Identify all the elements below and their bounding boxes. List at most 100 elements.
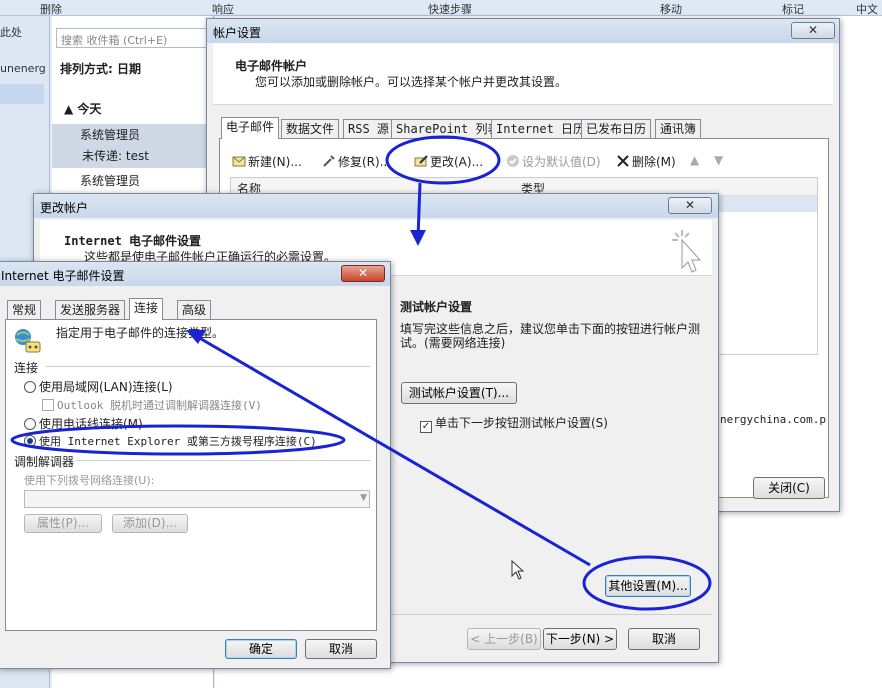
dialup-select[interactable]: ▼ [24,490,370,508]
cancel-button[interactable]: 取消 [305,639,377,659]
remove-label: 删除(M) [632,155,676,169]
account-settings-header: 电子邮件帐户 您可以添加或删除帐户。可以选择某个帐户并更改其设置。 [213,43,833,105]
chevron-down-icon: ▼ [360,493,367,503]
modem-group-divider [76,460,370,461]
connection-globe-icon [12,326,44,361]
list-item[interactable]: 系统管理员 未传递: test [52,124,214,168]
tab-outgoing-server[interactable]: 发送服务器 [55,300,126,320]
move-down-icon[interactable]: ▼ [714,153,723,167]
phone-line-radio[interactable]: 使用电话线连接(M) [24,415,143,432]
check-circle-icon [506,154,520,168]
more-settings-button[interactable]: 其他设置(M)... [605,575,691,597]
offline-modem-checkbox[interactable]: Outlook 脱机时通过调制解调器连接(V) [42,397,262,413]
sort-label[interactable]: 排列方式: 日期 [52,60,214,77]
tab-data-files[interactable]: 数据文件 [281,119,340,139]
nav-item-selected[interactable] [0,84,44,104]
change-label: 更改(A)... [430,155,484,169]
radio-off-icon [24,418,36,430]
radio-on-icon [24,435,36,447]
edit-mail-icon [414,154,428,168]
header-title: Internet 电子邮件设置 [64,234,202,248]
set-default-label: 设为默认值(D) [522,155,601,169]
ribbon-respond[interactable]: 响应 [212,1,234,17]
test-on-next-label: 单击下一步按钮测试帐户设置(S) [435,416,608,430]
close-button[interactable]: ✕ [668,197,712,214]
checkbox-checked-icon: ✓ [420,421,432,433]
connection-intro: 指定用于电子邮件的连接类型。 [56,326,225,340]
offline-modem-label: Outlook 脱机时通过调制解调器连接(V) [57,399,262,412]
ribbon-chinese[interactable]: 中文 [856,1,878,17]
group-today[interactable]: ▲ 今天 [52,100,214,117]
checkbox-empty-icon [42,399,54,411]
set-default-button[interactable]: 设为默认值(D) [506,153,601,170]
ribbon-tags[interactable]: 标记 [782,1,804,17]
list-item[interactable]: 系统管理员 [52,170,214,192]
move-up-icon[interactable]: ▲ [690,153,699,167]
test-settings-heading: 测试帐户设置 [400,300,473,314]
phone-line-label: 使用电话线连接(M) [39,417,143,431]
window-title: 帐户设置 [213,26,262,40]
tab-email[interactable]: 电子邮件 [221,117,280,139]
back-button[interactable]: < 上一步(B) [467,628,541,650]
nav-item-here[interactable]: 此处 [0,24,22,40]
ribbon-move[interactable]: 移动 [660,1,682,17]
next-button[interactable]: 下一步(N) > [543,628,617,650]
internet-settings-titlebar: Internet 电子邮件设置 ✕ [0,262,390,286]
tab-general[interactable]: 常规 [7,300,42,320]
tab-published-calendar[interactable]: 已发布日历 [581,119,652,139]
internet-email-settings-window: Internet 电子邮件设置 ✕ 常规 发送服务器 连接 高级 指定用于电子邮… [0,261,391,669]
window-title: Internet 电子邮件设置 [1,269,125,283]
delete-x-icon [616,154,630,168]
change-button[interactable]: 更改(A)... [414,153,483,170]
ie-dialer-radio[interactable]: 使用 Internet Explorer 或第三方拨号程序连接(C) [24,433,317,449]
tab-internet-calendar[interactable]: Internet 日历 [491,119,591,139]
change-account-titlebar: 更改帐户 ✕ [34,194,718,218]
tab-rss[interactable]: RSS 源 [343,119,394,139]
dialup-label: 使用下列拨号网络连接(U): [24,474,155,487]
mail-sender: 系统管理员 [80,128,141,142]
ribbon-quick-steps[interactable]: 快速步骤 [428,1,472,17]
repair-button[interactable]: 修复(R)... [322,153,391,170]
nav-item-account[interactable]: unenerg [0,62,46,75]
close-button[interactable]: ✕ [791,22,835,39]
ribbon-delete[interactable]: 删除 [40,1,62,17]
account-settings-titlebar: 帐户设置 ✕ [207,19,839,43]
ribbon-bar: 删除 响应 快速步骤 移动 标记 中文 [0,0,882,16]
account-domain-text: nergychina.com.p [720,413,826,426]
header-desc: 您可以添加或删除帐户。可以选择某个帐户并更改其设置。 [255,75,568,89]
tab-address-book[interactable]: 通讯簿 [655,119,702,139]
new-account-label: 新建(N)... [248,155,302,169]
group-today-label: 今天 [77,102,102,116]
mail-sender: 系统管理员 [80,174,141,188]
remove-button[interactable]: 删除(M) [616,153,676,170]
mail-subject: 未传递: test [82,149,149,163]
ok-button[interactable]: 确定 [225,639,297,659]
modem-group-label: 调制解调器 [14,455,75,469]
connection-tab-panel: 指定用于电子邮件的连接类型。 连接 使用局域网(LAN)连接(L) Outloo… [5,319,377,631]
close-dialog-button[interactable]: 关闭(C) [753,477,825,499]
ie-dialer-label: 使用 Internet Explorer 或第三方拨号程序连接(C) [39,435,317,448]
window-title: 更改帐户 [40,201,89,215]
tools-icon [322,154,336,168]
new-account-button[interactable]: 新建(N)... [232,153,302,170]
test-on-next-checkbox[interactable]: ✓ 单击下一步按钮测试帐户设置(S) [420,414,608,433]
new-mail-icon [232,154,246,168]
properties-button[interactable]: 属性(P)... [24,514,102,533]
add-button[interactable]: 添加(D)... [112,514,188,533]
lan-radio[interactable]: 使用局域网(LAN)连接(L) [24,378,173,395]
tab-advanced[interactable]: 高级 [177,300,212,320]
test-account-button[interactable]: 测试帐户设置(T)... [401,382,517,404]
cancel-button[interactable]: 取消 [628,628,700,650]
tab-sharepoint[interactable]: SharePoint 列表 [391,119,505,139]
tab-connection[interactable]: 连接 [129,298,164,320]
header-title: 电子邮件帐户 [235,59,308,73]
cursor-click-icon [670,228,706,279]
test-settings-desc: 填写完这些信息之后，建议您单击下面的按钮进行帐户测试。(需要网络连接) [400,322,701,350]
search-input[interactable]: 搜索 收件箱 (Ctrl+E) [56,28,210,48]
repair-label: 修复(R)... [338,155,392,169]
connection-group-label: 连接 [14,361,39,375]
close-button[interactable]: ✕ [341,265,385,282]
lan-radio-label: 使用局域网(LAN)连接(L) [39,380,173,394]
connection-group-divider [46,366,370,367]
internet-settings-tabs: 常规 发送服务器 连接 高级 指定用于电子邮件的连接类型。 连接 使用局域网(L… [3,298,383,634]
